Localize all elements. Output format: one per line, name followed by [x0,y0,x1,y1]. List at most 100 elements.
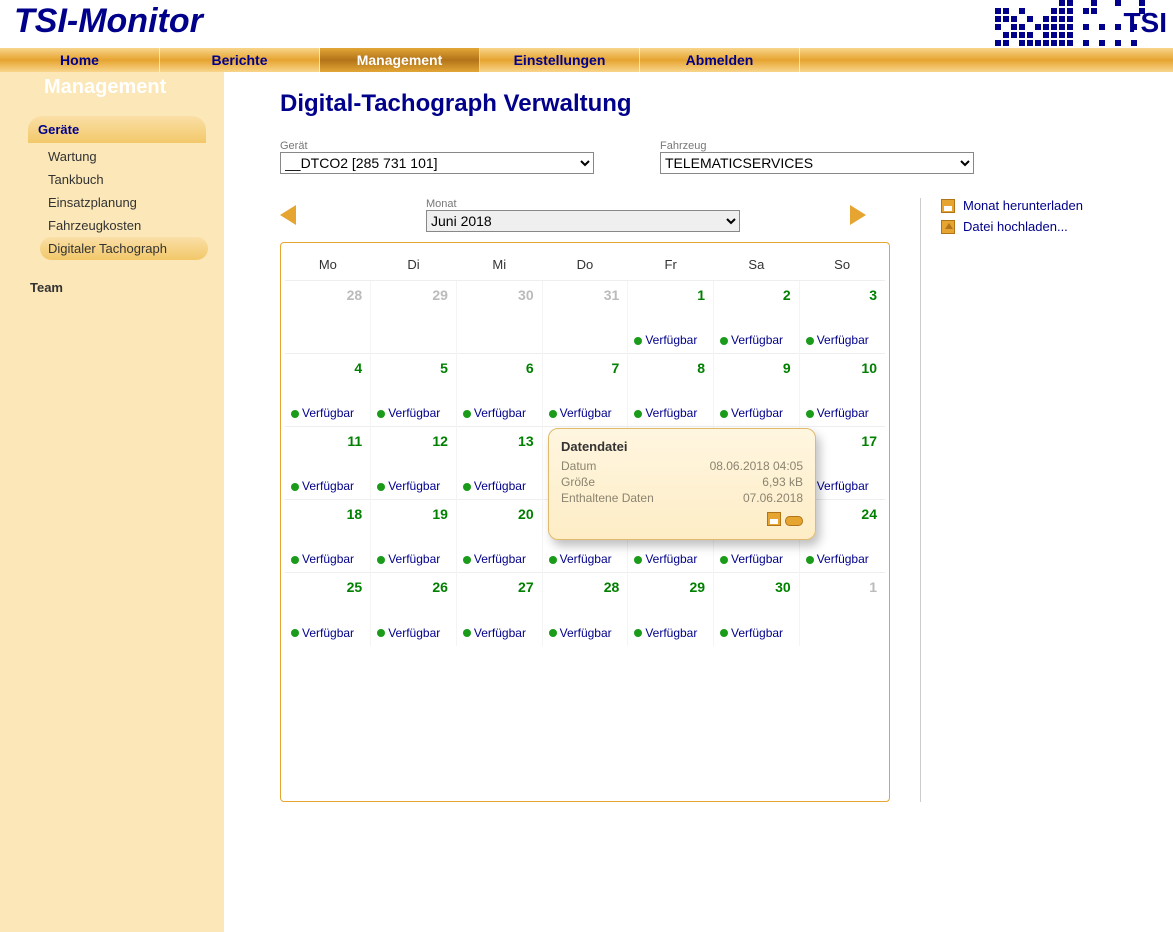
day-number: 7 [612,360,620,376]
tooltip-row: Größe6,93 kB [561,474,803,490]
day-number: 28 [347,287,363,303]
status-available: Verfügbar [463,552,526,566]
prev-month-arrow[interactable] [280,205,296,225]
calendar-day[interactable]: 10Verfügbar [799,354,885,427]
sidebar: Management Geräte WartungTankbuchEinsatz… [0,72,224,932]
data-file-tooltip: Datendatei Datum08.06.2018 04:05Größe6,9… [548,428,816,540]
actions-panel: Monat herunterladen Datei hochladen... [920,198,1163,802]
sidebar-item[interactable]: Einsatzplanung [40,191,224,214]
day-number: 26 [432,579,448,595]
calendar-day[interactable]: 13Verfügbar [456,427,542,500]
calendar-day[interactable]: 18Verfügbar [285,500,371,573]
calendar-day[interactable]: 25Verfügbar [285,573,371,646]
nav-einstellungen[interactable]: Einstellungen [480,48,640,72]
day-number: 17 [861,433,877,449]
status-dot-icon [377,556,385,564]
status-dot-icon [463,629,471,637]
calendar-day[interactable]: 28Verfügbar [542,573,628,646]
calendar-day[interactable]: 27Verfügbar [456,573,542,646]
day-number: 1 [869,579,877,595]
next-month-arrow[interactable] [850,205,866,225]
sidebar-submenu: WartungTankbuchEinsatzplanungFahrzeugkos… [40,145,224,260]
top-nav: HomeBerichteManagementEinstellungenAbmel… [0,48,1173,72]
nav-management[interactable]: Management [320,48,480,72]
weekday-header: Fr [628,247,714,281]
day-number: 2 [783,287,791,303]
calendar-day[interactable]: 8 Verfügbar [628,354,714,427]
status-available: Verfügbar [720,406,783,420]
calendar-day[interactable]: 7 Verfügbar [542,354,628,427]
calendar-day[interactable]: 4Verfügbar [285,354,371,427]
upload-icon [941,220,955,234]
status-dot-icon [549,556,557,564]
status-available: Verfügbar [291,552,354,566]
day-number: 3 [869,287,877,303]
day-number: 6 [526,360,534,376]
calendar-day[interactable]: 26 Verfügbar [371,573,457,646]
calendar-day[interactable]: 29Verfügbar [628,573,714,646]
status-available: Verfügbar [720,552,783,566]
calendar-day[interactable]: 12Verfügbar [371,427,457,500]
sidebar-item[interactable]: Wartung [40,145,224,168]
sidebar-subhead[interactable]: Geräte [28,116,206,143]
device-select[interactable]: __DTCO2 [285 731 101] [280,152,594,174]
calendar-day[interactable]: 30Verfügbar [714,573,800,646]
calendar-day[interactable]: 6Verfügbar [456,354,542,427]
calendar-day[interactable]: 9 Verfügbar [714,354,800,427]
status-available: Verfügbar [377,626,440,640]
nav-abmelden[interactable]: Abmelden [640,48,800,72]
status-available: Verfügbar [634,552,697,566]
upload-file-link[interactable]: Datei hochladen... [941,219,1163,234]
status-dot-icon [634,556,642,564]
status-dot-icon [806,556,814,564]
nav-berichte[interactable]: Berichte [160,48,320,72]
status-available: Verfügbar [806,552,869,566]
save-icon[interactable] [767,512,781,526]
day-number: 8 [697,360,705,376]
day-number: 19 [432,506,448,522]
status-available: Verfügbar [634,406,697,420]
day-number: 30 [518,287,534,303]
sidebar-item[interactable]: Digitaler Tachograph [40,237,208,260]
vehicle-select[interactable]: TELEMATICSERVICES [660,152,974,174]
status-dot-icon [720,556,728,564]
calendar-day[interactable]: 1Verfügbar [628,281,714,354]
month-select[interactable]: Juni 2018 [426,210,740,232]
nav-home[interactable]: Home [0,48,160,72]
day-number: 27 [518,579,534,595]
calendar-day[interactable]: 20Verfügbar [456,500,542,573]
status-dot-icon [549,410,557,418]
status-dot-icon [463,410,471,418]
day-number: 28 [604,579,620,595]
calendar-day[interactable]: 19 Verfügbar [371,500,457,573]
tooltip-title: Datendatei [561,439,803,454]
status-available: Verfügbar [291,479,354,493]
calendar-day[interactable]: 2Verfügbar [714,281,800,354]
calendar-day[interactable]: 3 Verfügbar [799,281,885,354]
calendar-day[interactable]: 5Verfügbar [371,354,457,427]
sidebar-team-head[interactable]: Team [30,280,224,295]
status-available: Verfügbar [549,552,612,566]
status-available: Verfügbar [634,626,697,640]
download-month-link[interactable]: Monat herunterladen [941,198,1163,213]
sidebar-item[interactable]: Tankbuch [40,168,224,191]
status-dot-icon [806,337,814,345]
view-icon[interactable] [785,516,803,526]
status-available: Verfügbar [720,626,783,640]
tooltip-row: Datum08.06.2018 04:05 [561,458,803,474]
day-number: 1 [697,287,705,303]
app-logo: TSI [995,0,1167,46]
day-number: 31 [604,287,620,303]
status-available: Verfügbar [377,552,440,566]
status-available: Verfügbar [549,406,612,420]
status-available: Verfügbar [806,333,869,347]
weekday-header: Do [542,247,628,281]
vehicle-label: Fahrzeug [660,140,974,152]
day-number: 9 [783,360,791,376]
calendar-day: 29 [371,281,457,354]
status-dot-icon [634,410,642,418]
sidebar-item[interactable]: Fahrzeugkosten [40,214,224,237]
status-dot-icon [549,629,557,637]
download-icon [941,199,955,213]
calendar-day[interactable]: 11Verfügbar [285,427,371,500]
